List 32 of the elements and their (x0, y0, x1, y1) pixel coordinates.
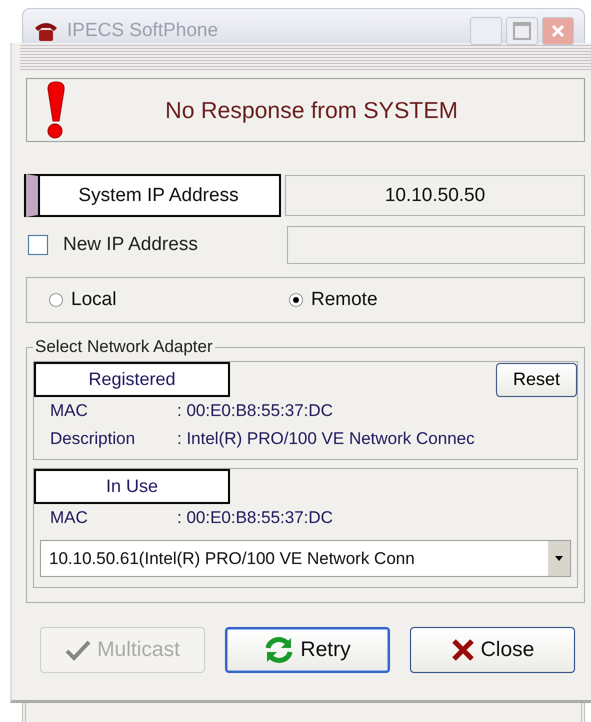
maximize-button[interactable] (506, 17, 538, 45)
checkmark-icon (65, 639, 92, 661)
telephone-icon (33, 20, 59, 42)
field-value: : Intel(R) PRO/100 VE Network Connec (177, 428, 475, 450)
close-button[interactable] (542, 17, 574, 45)
reset-button[interactable]: Reset (496, 362, 577, 396)
field-label: MAC (50, 507, 89, 529)
message-text: No Response from SYSTEM (165, 96, 459, 124)
field-value: : 00:E0:B8:55:37:DC (177, 507, 333, 529)
in-use-label: In Use (34, 469, 230, 504)
refresh-icon (264, 636, 294, 664)
registered-label: Registered (34, 362, 230, 397)
close-button[interactable]: Close (410, 627, 575, 673)
window-title: IPECS SoftPhone (67, 20, 218, 42)
adapter-dropdown[interactable]: 10.10.50.61(Intel(R) PRO/100 VE Network Conn (40, 540, 571, 577)
radio-button[interactable] (289, 293, 303, 307)
group-legend: Select Network Adapter (33, 337, 215, 357)
radio-label: Remote (311, 289, 378, 311)
field-label: Description (50, 428, 136, 450)
system-ip-label: System IP Address (26, 174, 281, 217)
minimize-button[interactable] (470, 17, 502, 45)
retry-button[interactable]: Retry (225, 627, 390, 673)
radio-label: Local (71, 289, 116, 311)
new-ip-label: New IP Address (63, 234, 198, 256)
close-icon (550, 23, 566, 39)
new-ip-field[interactable] (287, 226, 585, 264)
radio-button[interactable] (49, 293, 63, 307)
field-value: : 00:E0:B8:55:37:DC (177, 400, 333, 422)
x-icon (450, 638, 475, 662)
system-ip-field[interactable]: 10.10.50.50 (285, 175, 585, 216)
checkbox[interactable] (28, 235, 48, 255)
field-label: MAC (50, 400, 89, 422)
